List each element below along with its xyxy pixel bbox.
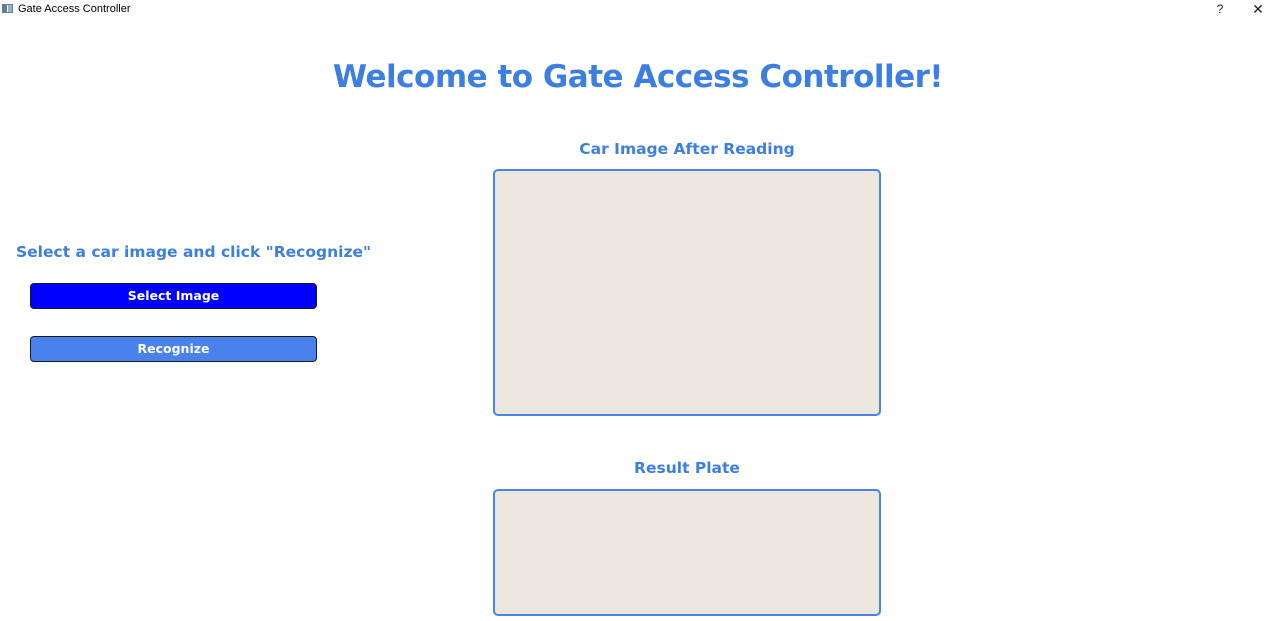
app-window-icon — [2, 4, 13, 13]
close-icon[interactable]: ✕ — [1246, 1, 1270, 18]
help-icon[interactable]: ? — [1208, 1, 1232, 18]
instruction-text: Select a car image and click "Recognize" — [16, 243, 372, 261]
car-image-label: Car Image After Reading — [579, 140, 795, 158]
app-window: Gate Access Controller ? ✕ Welcome to Ga… — [0, 0, 1280, 621]
recognize-button[interactable]: Recognize — [30, 336, 317, 362]
result-plate-display — [493, 489, 881, 616]
window-title: Gate Access Controller — [18, 3, 131, 15]
title-bar: Gate Access Controller ? ✕ — [0, 0, 1280, 19]
result-plate-label: Result Plate — [634, 459, 740, 477]
page-title: Welcome to Gate Access Controller! — [332, 59, 944, 95]
car-image-display — [493, 169, 881, 416]
select-image-button[interactable]: Select Image — [30, 283, 317, 309]
